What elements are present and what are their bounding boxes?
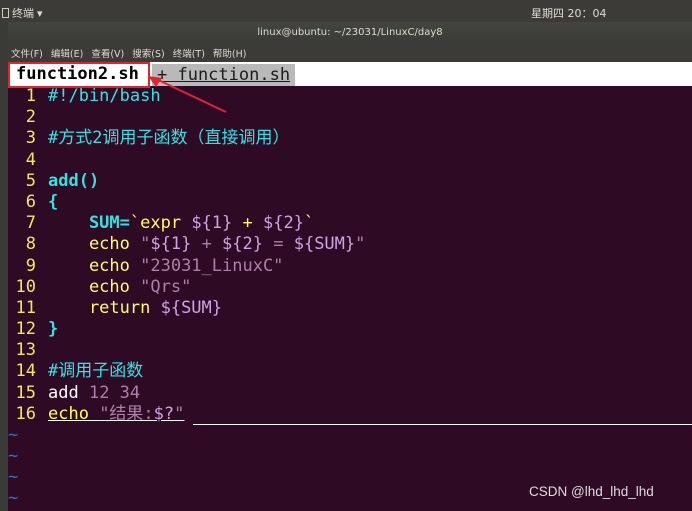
code-line: 11 return ${SUM} [15, 297, 223, 318]
chevron-down-icon: ▾ [37, 6, 43, 20]
menu-file[interactable]: 文件(F) [11, 46, 43, 60]
menu-search[interactable]: 搜索(S) [132, 46, 164, 60]
watermark: CSDN @lhd_lhd_lhd [529, 484, 654, 499]
code-area[interactable]: 1 #!/bin/bash 2 3 #方式2调用子函数（直接调用） 4 5 add()… [8, 86, 692, 509]
tab-function2[interactable]: function2.sh [8, 62, 147, 86]
vim-tabline: function2.sh + function.sh [8, 62, 692, 86]
code-line: 14 #调用子函数 [15, 361, 144, 382]
code-line: 8 echo "${1} + ${2} = ${SUM}" [25, 234, 366, 255]
top-panel: 终端 ▾ 星期四 20：04 [0, 0, 692, 24]
menu-edit[interactable]: 编辑(E) [51, 46, 83, 60]
app-name: 终端 [12, 7, 34, 20]
menu-help[interactable]: 帮助(H) [213, 46, 247, 60]
empty-line-marker: ~ [8, 446, 19, 466]
app-menu[interactable]: 终端 ▾ [2, 5, 43, 21]
menu-view[interactable]: 查看(V) [91, 46, 124, 60]
menubar: 文件(F) 编辑(E) 查看(V) 搜索(S) 终端(T) 帮助(H) [8, 44, 692, 62]
clock[interactable]: 星期四 20：04 [531, 5, 607, 21]
code-line: 3 #方式2调用子函数（直接调用） [25, 128, 290, 149]
code-line: 7 SUM=`expr ${1} + ${2}` [25, 213, 315, 234]
code-line: 4 [25, 149, 36, 170]
window-edge [0, 22, 8, 511]
window-icon [2, 8, 9, 18]
code-line: 1 #!/bin/bash [25, 86, 161, 106]
code-line: 12} [15, 319, 59, 340]
code-line: 2 [25, 107, 36, 128]
vim-editor[interactable]: function2.sh + function.sh 1 #!/bin/bash … [8, 62, 692, 511]
code-line: 10 echo "Qrs" [15, 276, 192, 297]
code-line: 15 add 12 34 [15, 382, 141, 403]
code-line: 5 add() [25, 170, 100, 191]
menu-terminal[interactable]: 终端(T) [173, 46, 205, 60]
window-title: linux@ubuntu: ~/23031/LinuxC/day8 [8, 22, 692, 44]
empty-line-marker: ~ [8, 425, 19, 445]
code-line: 13 [15, 340, 36, 361]
code-line: 6{ [25, 191, 59, 212]
code-line-cursor: 16 echo "结果:$?" [8, 404, 692, 425]
code-line: 9 echo "23031_LinuxC" [25, 255, 284, 276]
